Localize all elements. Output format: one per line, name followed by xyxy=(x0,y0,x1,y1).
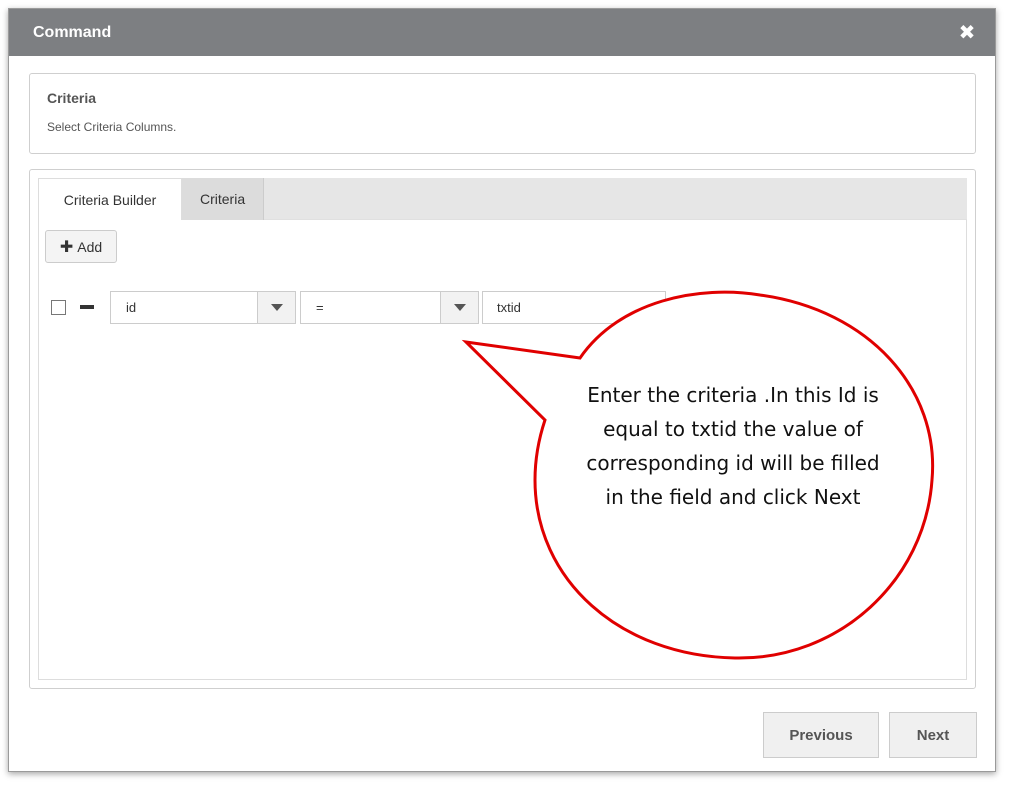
field-select[interactable]: id xyxy=(110,290,296,324)
tab-criteria[interactable]: Criteria xyxy=(182,178,265,220)
add-row-icon[interactable]: ✚ xyxy=(678,295,693,316)
criteria-info-panel: Criteria Select Criteria Columns. xyxy=(29,73,976,154)
modal-header: Command ✖ xyxy=(9,9,995,56)
plus-icon: ✚ xyxy=(59,238,74,256)
add-button[interactable]: ✚ Add xyxy=(45,230,117,263)
close-icon[interactable]: ✖ xyxy=(957,23,977,43)
field-select-value: id xyxy=(126,299,137,315)
info-title: Criteria xyxy=(47,90,97,106)
info-subtitle: Select Criteria Columns. xyxy=(47,120,177,134)
chevron-down-icon[interactable] xyxy=(440,291,478,323)
tab-strip: Criteria Builder Criteria xyxy=(38,178,967,220)
add-button-label: Add xyxy=(77,238,103,255)
criteria-row: id = txtid ✚ xyxy=(51,290,693,324)
modal-title: Command xyxy=(33,23,112,41)
remove-row-icon[interactable] xyxy=(80,305,94,309)
chevron-down-icon[interactable] xyxy=(257,291,295,323)
annotation-text: Enter the criteria .In this Id is equal … xyxy=(586,383,880,509)
operator-select[interactable]: = xyxy=(300,290,479,324)
value-input[interactable]: txtid xyxy=(482,290,666,324)
next-button[interactable]: Next xyxy=(889,712,977,758)
previous-button[interactable]: Previous xyxy=(763,712,879,758)
operator-select-value: = xyxy=(316,299,324,315)
tab-criteria-builder[interactable]: Criteria Builder xyxy=(38,178,182,220)
row-checkbox[interactable] xyxy=(51,299,66,315)
